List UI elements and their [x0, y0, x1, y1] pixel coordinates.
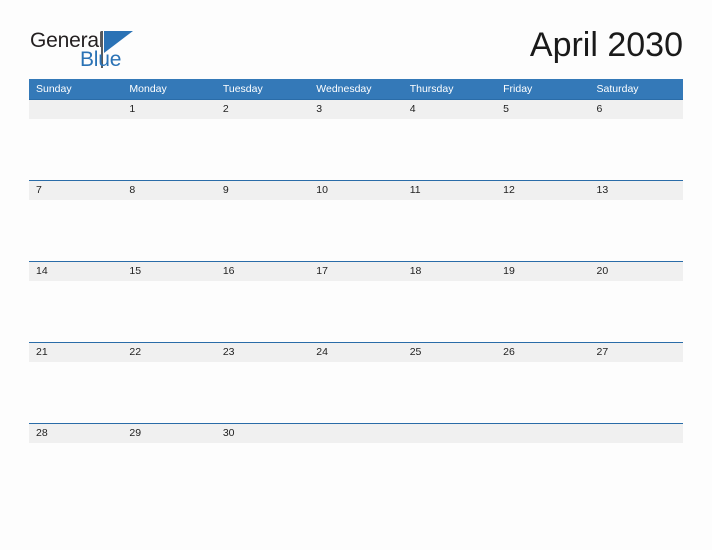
- day-number: 14: [29, 262, 123, 281]
- day-number: 17: [309, 262, 403, 281]
- day-number: 6: [589, 100, 683, 119]
- day-number: 22: [122, 343, 216, 362]
- calendar-page: General Blue April 2030 Sunday Monday Tu…: [0, 0, 712, 550]
- calendar-day-cell[interactable]: 14: [29, 261, 123, 343]
- general-blue-logo[interactable]: General Blue: [30, 30, 160, 72]
- logo-text-blue: Blue: [80, 48, 122, 71]
- weekday-header-thursday: Thursday: [402, 79, 497, 100]
- calendar-day-cell[interactable]: 12: [496, 180, 590, 262]
- calendar-day-cell[interactable]: 17: [309, 261, 403, 343]
- day-number: 7: [29, 181, 123, 200]
- calendar-day-cell[interactable]: 30: [215, 423, 310, 504]
- weekday-header-monday: Monday: [122, 79, 216, 100]
- calendar-day-cell[interactable]: 21: [29, 342, 123, 424]
- page-title: April 2030: [529, 26, 683, 64]
- day-number: 16: [215, 262, 310, 281]
- calendar-week-row: 28 29 30: [29, 423, 683, 504]
- calendar-day-cell[interactable]: [29, 99, 123, 181]
- calendar-day-cell[interactable]: 1: [122, 99, 216, 181]
- day-number: [309, 424, 403, 443]
- day-number: 30: [215, 424, 310, 443]
- calendar-day-cell[interactable]: [589, 423, 683, 504]
- day-number: 18: [402, 262, 497, 281]
- calendar-day-cell[interactable]: 29: [122, 423, 216, 504]
- calendar-day-cell[interactable]: 24: [309, 342, 403, 424]
- day-number: 25: [402, 343, 497, 362]
- calendar-day-cell[interactable]: 2: [215, 99, 310, 181]
- day-number: [496, 424, 590, 443]
- day-number: 23: [215, 343, 310, 362]
- calendar-day-cell[interactable]: [402, 423, 497, 504]
- page-header: General Blue April 2030: [0, 0, 712, 76]
- calendar-day-cell[interactable]: 15: [122, 261, 216, 343]
- day-number: 4: [402, 100, 497, 119]
- calendar-day-cell[interactable]: 27: [589, 342, 683, 424]
- calendar-week-row: 21 22 23 24 25 26 27: [29, 342, 683, 424]
- calendar-week-row: 1 2 3 4 5 6: [29, 99, 683, 181]
- calendar-day-cell[interactable]: 6: [589, 99, 683, 181]
- weekday-header-wednesday: Wednesday: [309, 79, 403, 100]
- calendar-day-cell[interactable]: 13: [589, 180, 683, 262]
- day-number: 21: [29, 343, 123, 362]
- day-number: 13: [589, 181, 683, 200]
- day-number: 27: [589, 343, 683, 362]
- day-number: 19: [496, 262, 590, 281]
- calendar-day-cell[interactable]: 19: [496, 261, 590, 343]
- day-number: 8: [122, 181, 216, 200]
- day-number: 28: [29, 424, 123, 443]
- weekday-header-saturday: Saturday: [589, 79, 683, 100]
- calendar-day-cell[interactable]: 28: [29, 423, 123, 504]
- weekday-header-sunday: Sunday: [29, 79, 123, 100]
- calendar-day-cell[interactable]: 3: [309, 99, 403, 181]
- calendar-day-cell[interactable]: 20: [589, 261, 683, 343]
- day-number: 24: [309, 343, 403, 362]
- calendar-day-cell[interactable]: 23: [215, 342, 310, 424]
- calendar-day-cell[interactable]: 16: [215, 261, 310, 343]
- calendar-day-cell[interactable]: 18: [402, 261, 497, 343]
- calendar-week-row: 14 15 16 17 18 19 20: [29, 261, 683, 343]
- day-number: [29, 100, 123, 119]
- calendar-day-cell[interactable]: [309, 423, 403, 504]
- day-number: 26: [496, 343, 590, 362]
- calendar-day-cell[interactable]: 11: [402, 180, 497, 262]
- day-number: 20: [589, 262, 683, 281]
- day-number: 5: [496, 100, 590, 119]
- calendar-day-cell[interactable]: [496, 423, 590, 504]
- day-number: 12: [496, 181, 590, 200]
- day-number: 15: [122, 262, 216, 281]
- calendar-day-cell[interactable]: 10: [309, 180, 403, 262]
- calendar-day-cell[interactable]: 26: [496, 342, 590, 424]
- day-number: 11: [402, 181, 497, 200]
- calendar-day-cell[interactable]: 8: [122, 180, 216, 262]
- calendar-day-cell[interactable]: 22: [122, 342, 216, 424]
- weekday-header-tuesday: Tuesday: [215, 79, 310, 100]
- calendar-day-cell[interactable]: 4: [402, 99, 497, 181]
- calendar-grid: Sunday Monday Tuesday Wednesday Thursday…: [29, 79, 683, 504]
- day-number: 3: [309, 100, 403, 119]
- calendar-week-row: 7 8 9 10 11 12 13: [29, 180, 683, 262]
- calendar-day-cell[interactable]: 7: [29, 180, 123, 262]
- day-number: [589, 424, 683, 443]
- day-number: 10: [309, 181, 403, 200]
- calendar-day-cell[interactable]: 25: [402, 342, 497, 424]
- day-number: 1: [122, 100, 216, 119]
- weekday-header-friday: Friday: [496, 79, 590, 100]
- calendar-day-cell[interactable]: 9: [215, 180, 310, 262]
- calendar-header-row: Sunday Monday Tuesday Wednesday Thursday…: [29, 79, 683, 100]
- calendar-day-cell[interactable]: 5: [496, 99, 590, 181]
- day-number: 29: [122, 424, 216, 443]
- day-number: [402, 424, 497, 443]
- day-number: 2: [215, 100, 310, 119]
- day-number: 9: [215, 181, 310, 200]
